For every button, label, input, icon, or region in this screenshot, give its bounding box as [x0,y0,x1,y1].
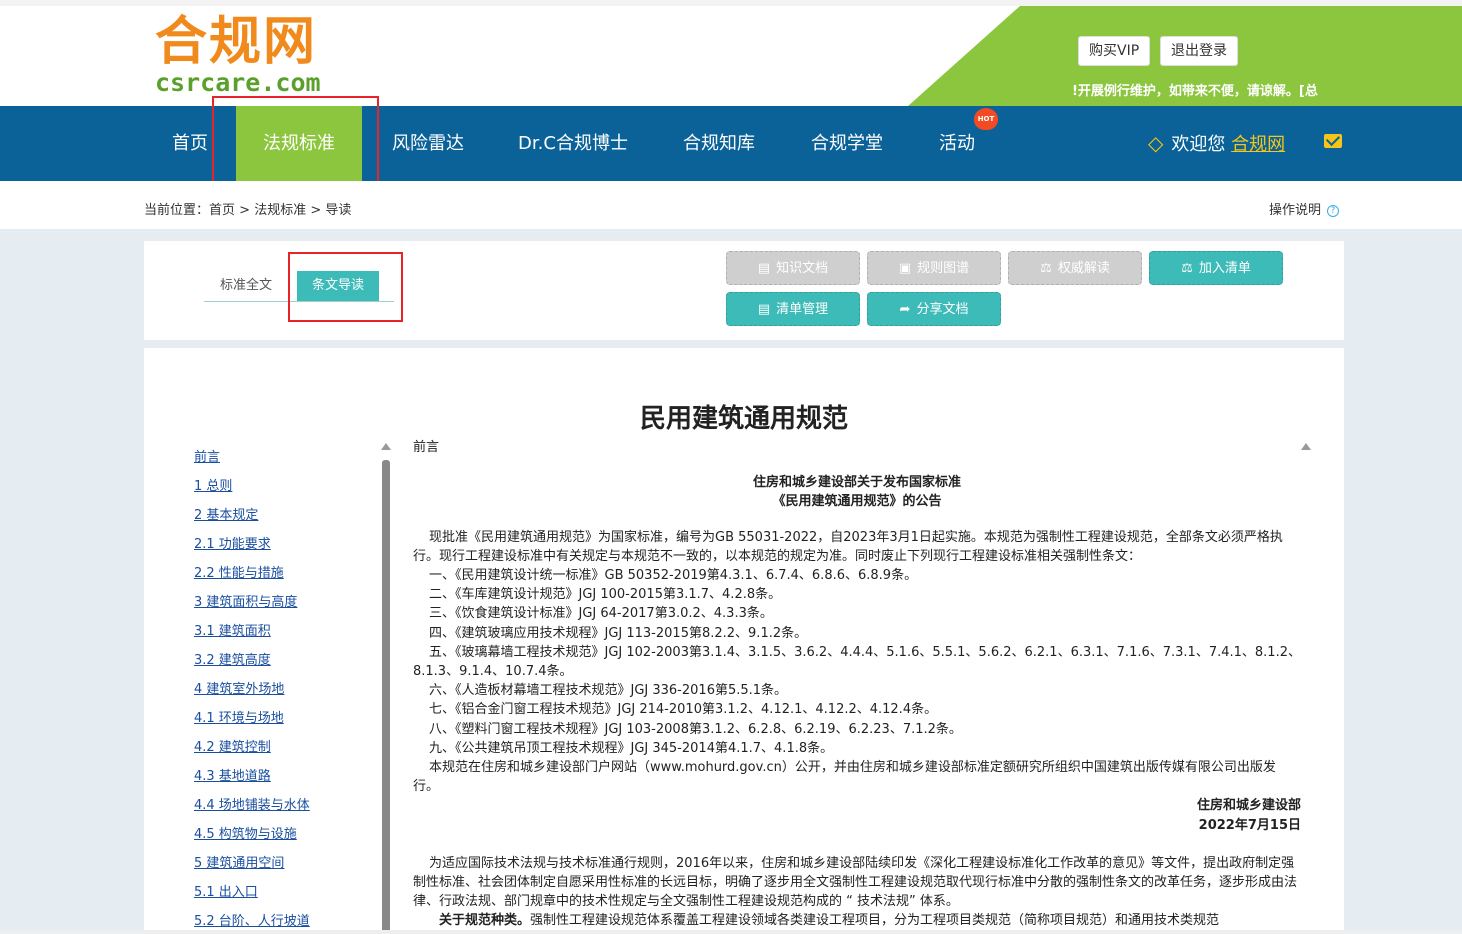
list-item: 四、《建筑玻璃应用技术规程》JGJ 113-2015第8.2.2、9.1.2条。 [429,625,808,641]
nav-item-knowledge[interactable]: 合规知库 [672,106,766,181]
toc-item[interactable]: 5.1 出入口 [194,881,374,910]
add-list-label: 加入清单 [1198,261,1251,276]
knowledge-doc-button[interactable]: ▤ 知识文档 [726,251,860,285]
toc-item[interactable]: 4.3 基地道路 [194,765,374,794]
bottom-strip [0,930,1462,934]
mail-icon[interactable] [1324,134,1342,148]
list-item: 三、《饮食建筑设计标准》JGJ 64-2017第3.0.2、4.3.3条。 [429,606,773,622]
add-list-button[interactable]: ⚖ 加入清单 [1149,251,1283,285]
toc-item[interactable]: 2.1 功能要求 [194,533,374,562]
manage-list-button[interactable]: ▤ 清单管理 [726,292,860,326]
nav-item-academy[interactable]: 合规学堂 [800,106,894,181]
knowledge-doc-label: 知识文档 [776,261,829,276]
list-item: 六、《人造板材幕墙工程技术规范》JGJ 336-2016第5.5.1条。 [429,683,788,699]
question-icon: ? [1327,204,1340,217]
toc-item[interactable]: 3.1 建筑面积 [194,620,374,649]
paragraph-bold-lead: 关于规范种类。 [439,913,531,929]
paragraph: 关于规范种类。强制性工程建设规范体系覆盖工程建设领域各类建设工程项目，分为工程项… [413,911,1301,930]
site-header: 合规网 csrcare.com 购买VIP 退出登录 !开展例行维护，如带来不便… [0,6,1462,106]
list-item: 七、《铝合金门窗工程技术规范》JGJ 214-2010第3.1.2、4.12.1… [429,702,938,718]
toc-item[interactable]: 3 建筑面积与高度 [194,591,374,620]
notice-title-1: 住房和城乡建设部关于发布国家标准 [752,475,961,491]
help-link[interactable]: 操作说明? [1269,199,1340,218]
toc-item[interactable]: 4.5 构筑物与设施 [194,823,374,852]
help-text: 操作说明 [1269,203,1322,218]
logo-en-text: csrcare.com [155,68,321,97]
document-tab-panel: 标准全文 条文导读 ▤ 知识文档 ▣ 规则图谱 ⚖ 权威解读 ⚖ 加入清单 ▤ 清单管理 … [144,241,1344,340]
breadcrumb-sep: > [239,203,251,218]
nav-item-risk-radar[interactable]: 风险雷达 [380,106,476,181]
logout-button[interactable]: 退出登录 [1160,36,1238,66]
rule-map-button[interactable]: ▣ 规则图谱 [867,251,1001,285]
paragraph: 为适应国际技术法规与技术标准通行规则，2016年以来，住房和城乡建设部陆续印发《… [413,855,1298,910]
paragraph: 本规范在住房和城乡建设部门户网站（www.mohurd.gov.cn）公开，并由… [413,760,1276,795]
tab-guide[interactable]: 条文导读 [297,271,380,301]
share-doc-button[interactable]: ➦ 分享文档 [867,292,1001,326]
notice-title-2: 《民用建筑通用规范》的公告 [772,494,942,510]
site-logo[interactable]: 合规网 csrcare.com [155,12,321,96]
gavel-icon: ⚖ [1040,261,1052,276]
breadcrumb-section[interactable]: 法规标准 [254,203,306,218]
date: 2022年7月15日 [1198,817,1301,833]
interpretation-button[interactable]: ⚖ 权威解读 [1008,251,1142,285]
list-item: 五、《玻璃幕墙工程技术规范》JGJ 102-2003第3.1.4、3.1.5、3… [413,644,1301,680]
list-item: 二、《车库建筑设计规范》JGJ 100-2015第3.1.7、4.2.8条。 [429,587,782,603]
toc-item[interactable]: 4.1 环境与场地 [194,707,374,736]
table-of-contents: 前言 1 总则 2 基本规定 2.1 功能要求 2.2 性能与措施 3 建筑面积… [194,446,374,934]
nav-item-home[interactable]: 首页 [160,106,220,181]
buy-vip-button[interactable]: 购买VIP [1078,36,1151,66]
diamond-icon: ◇ [1148,131,1164,155]
document-body: 前言 住房和城乡建设部关于发布国家标准 《民用建筑通用规范》的公告 现批准《民用… [413,438,1301,931]
toc-scrollbar[interactable] [382,460,390,934]
toc-scroll-up-icon[interactable] [381,443,391,450]
share-doc-label: 分享文档 [916,302,969,317]
share-icon: ➦ [899,302,911,317]
breadcrumb: 当前位置：首页 > 法规标准 > 导读 [144,199,351,218]
signer: 住房和城乡建设部 [1196,798,1301,814]
section-label: 前言 [413,440,440,455]
interpretation-label: 权威解读 [1057,261,1110,276]
toc-item[interactable]: 2.2 性能与措施 [194,562,374,591]
list-item: 八、《塑料门窗工程技术规程》JGJ 103-2008第3.1.2、6.2.8、6… [429,721,962,737]
paragraph-text: 强制性工程建设规范体系覆盖工程建设领域各类建设工程项目，分为工程项目类规范（简称… [530,913,1220,929]
toc-item[interactable]: 4 建筑室外场地 [194,678,374,707]
toc-item[interactable]: 2 基本规定 [194,504,374,533]
add-icon: ⚖ [1181,261,1193,276]
breadcrumb-prefix: 当前位置： [144,203,210,218]
map-icon: ▣ [898,261,912,276]
document-main: 民用建筑通用规范 前言 1 总则 2 基本规定 2.1 功能要求 2.2 性能与… [144,348,1344,934]
toc-item[interactable]: 5 建筑通用空间 [194,852,374,881]
list-item: 一、《民用建筑设计统一标准》GB 50352-2019第4.3.1、6.7.4、… [429,568,918,584]
toc-item[interactable]: 4.2 建筑控制 [194,736,374,765]
breadcrumb-bar: 当前位置：首页 > 法规标准 > 导读 操作说明? [0,181,1462,229]
list-item: 九、《公共建筑吊顶工程技术规程》JGJ 345-2014第4.1.7、4.1.8… [429,740,834,756]
breadcrumb-current: 导读 [325,203,352,218]
welcome-text: 欢迎您 [1171,134,1226,155]
paragraph: 现批准《民用建筑通用规范》为国家标准，编号为GB 55031-2022，自202… [413,529,1283,564]
toc-item[interactable]: 3.2 建筑高度 [194,649,374,678]
username-link[interactable]: 合规网 [1231,134,1285,155]
logo-cn-text: 合规网 [155,12,318,72]
welcome-user: ◇ 欢迎您 合规网 [1148,106,1285,181]
tab-full-text[interactable]: 标准全文 [205,271,287,301]
breadcrumb-sep: > [310,203,322,218]
content-scroll-up-icon[interactable] [1301,443,1311,450]
document-title: 民用建筑通用规范 [639,404,848,434]
rule-map-label: 规则图谱 [917,261,970,276]
tab-underline [204,301,394,302]
breadcrumb-home[interactable]: 首页 [209,203,235,218]
nav-item-regulations[interactable]: 法规标准 [236,106,362,181]
list-icon: ▤ [757,302,771,317]
manage-list-label: 清单管理 [776,302,829,317]
toc-item[interactable]: 前言 [194,446,374,475]
document-icon: ▤ [757,261,771,276]
toc-item[interactable]: 4.4 场地铺装与水体 [194,794,374,823]
hot-badge-icon: HOT [974,108,998,130]
toc-item[interactable]: 1 总则 [194,475,374,504]
nav-item-dr-c[interactable]: Dr.C合规博士 [508,106,638,181]
maintenance-notice: !开展例行维护，如带来不便，请谅解。[总 [1072,84,1318,99]
